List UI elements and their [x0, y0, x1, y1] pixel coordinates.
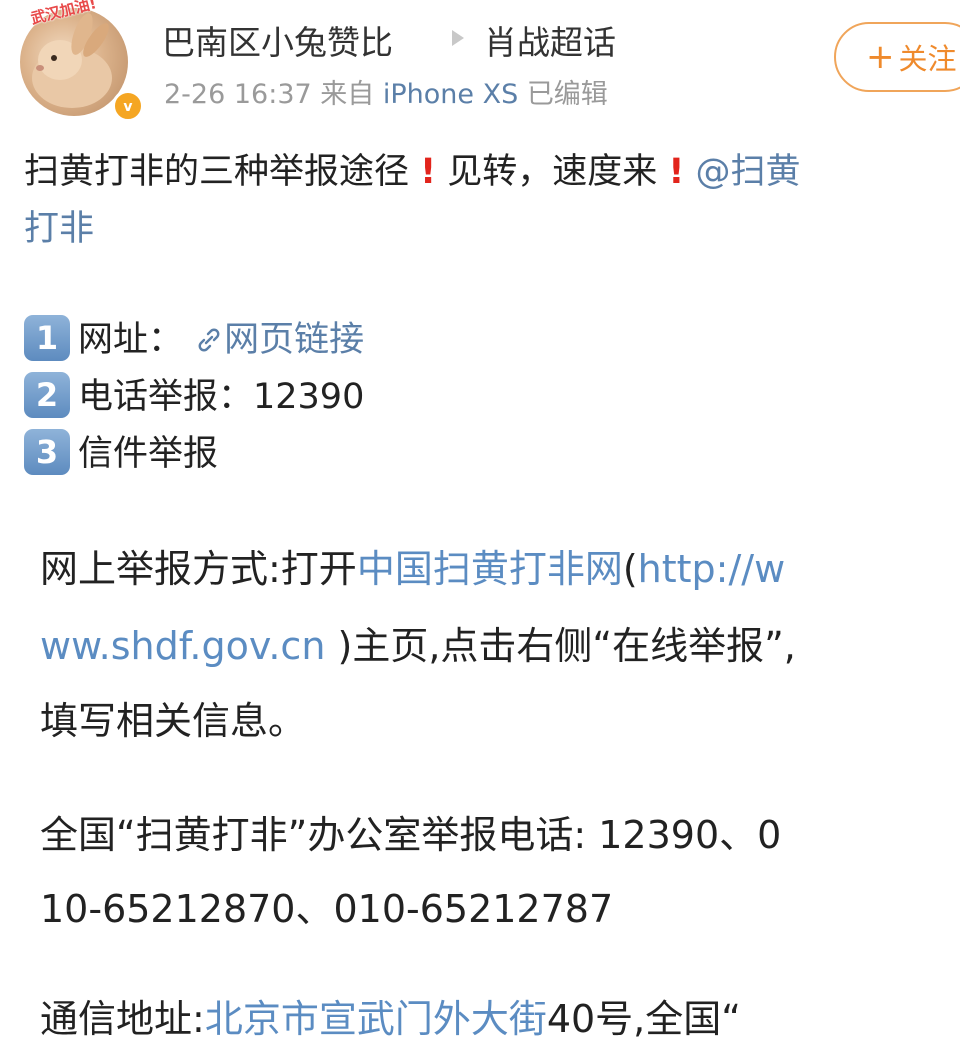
- number-badge-icon: 2: [24, 372, 70, 418]
- phone-text-2: 10-65212870、010-65212787: [40, 887, 614, 931]
- number-badge-icon: 1: [24, 315, 70, 361]
- phone-line-1: 全国“扫黄打非”办公室举报电话: 12390、0: [40, 804, 955, 859]
- play-arrow-icon: [452, 30, 464, 46]
- online-report-line-2: ww.shdf.gov.cn )主页,点击右侧“在线举报”,: [40, 615, 955, 670]
- post-time: 2-26 16:37: [164, 79, 312, 110]
- avatar[interactable]: 武汉加油! v: [20, 0, 144, 122]
- source-device[interactable]: iPhone XS: [383, 79, 518, 110]
- method-label: 信件举报: [78, 434, 219, 474]
- intro-line-2: 打非: [24, 200, 954, 251]
- red-exclamation-icon: !: [668, 152, 685, 192]
- source-prefix: 来自: [320, 79, 375, 110]
- weibo-post: 武汉加油! v 巴南区小兔赞比 肖战超话 2-26 16:37 来自 iPhon…: [0, 0, 960, 1060]
- address-suffix: 40号,全国“: [546, 997, 741, 1041]
- method-label: 电话举报：12390: [78, 377, 365, 417]
- method-item: 2 电话举报：12390: [24, 368, 954, 421]
- phone-line-2: 10-65212870、010-65212787: [40, 878, 955, 933]
- intro-text-2: 见转，速度来: [447, 152, 658, 192]
- intro-text: 扫黄打非的三种举报途径: [24, 152, 410, 192]
- online-line-3: 填写相关信息。: [40, 699, 307, 743]
- online-report-line-3: 填写相关信息。: [40, 690, 955, 745]
- paren-open: (: [622, 547, 638, 591]
- username[interactable]: 巴南区小兔赞比: [162, 16, 393, 64]
- online-report-line-1: 网上举报方式:打开中国扫黄打非网(http://w: [40, 538, 955, 593]
- post-meta: 2-26 16:37 来自 iPhone XS 已编辑: [164, 72, 608, 111]
- method-item: 3 信件举报: [24, 425, 954, 478]
- topic-link[interactable]: 肖战超话: [484, 16, 616, 64]
- verified-badge-icon: v: [112, 90, 144, 122]
- address-line: 通信地址:北京市宣武门外大街40号,全国“: [40, 988, 955, 1043]
- svg-text:v: v: [123, 99, 132, 115]
- phone-text: 全国“扫黄打非”办公室举报电话: 12390、0: [40, 813, 782, 857]
- number-badge-icon: 3: [24, 429, 70, 475]
- link-icon: [198, 328, 220, 352]
- online-suffix: )主页,点击右侧“在线举报”,: [325, 624, 796, 668]
- edited-label: 已编辑: [526, 79, 608, 110]
- url-text: http://w: [637, 547, 786, 591]
- method-item: 1 网址： 网页链接: [24, 311, 954, 364]
- mention-link-continued[interactable]: 打非: [24, 209, 94, 249]
- url-text-continued: ww.shdf.gov.cn: [40, 624, 326, 668]
- mention-link[interactable]: @扫黄: [696, 152, 801, 192]
- red-exclamation-icon: !: [420, 152, 437, 192]
- method-label: 网址：: [78, 320, 184, 360]
- follow-label: 关注: [898, 42, 957, 76]
- web-link-label: 网页链接: [224, 320, 365, 360]
- follow-button[interactable]: + 关注: [834, 22, 960, 92]
- online-prefix: 网上举报方式:打开: [40, 547, 357, 591]
- plus-icon: +: [866, 37, 895, 77]
- intro-line: 扫黄打非的三种举报途径 ! 见转，速度来 ! @扫黄: [24, 143, 954, 194]
- address-prefix: 通信地址:: [40, 997, 205, 1041]
- site-name-link: 中国扫黄打非网: [356, 547, 623, 591]
- address-street: 北京市宣武门外大街: [204, 997, 547, 1041]
- web-link[interactable]: 网页链接: [194, 320, 364, 360]
